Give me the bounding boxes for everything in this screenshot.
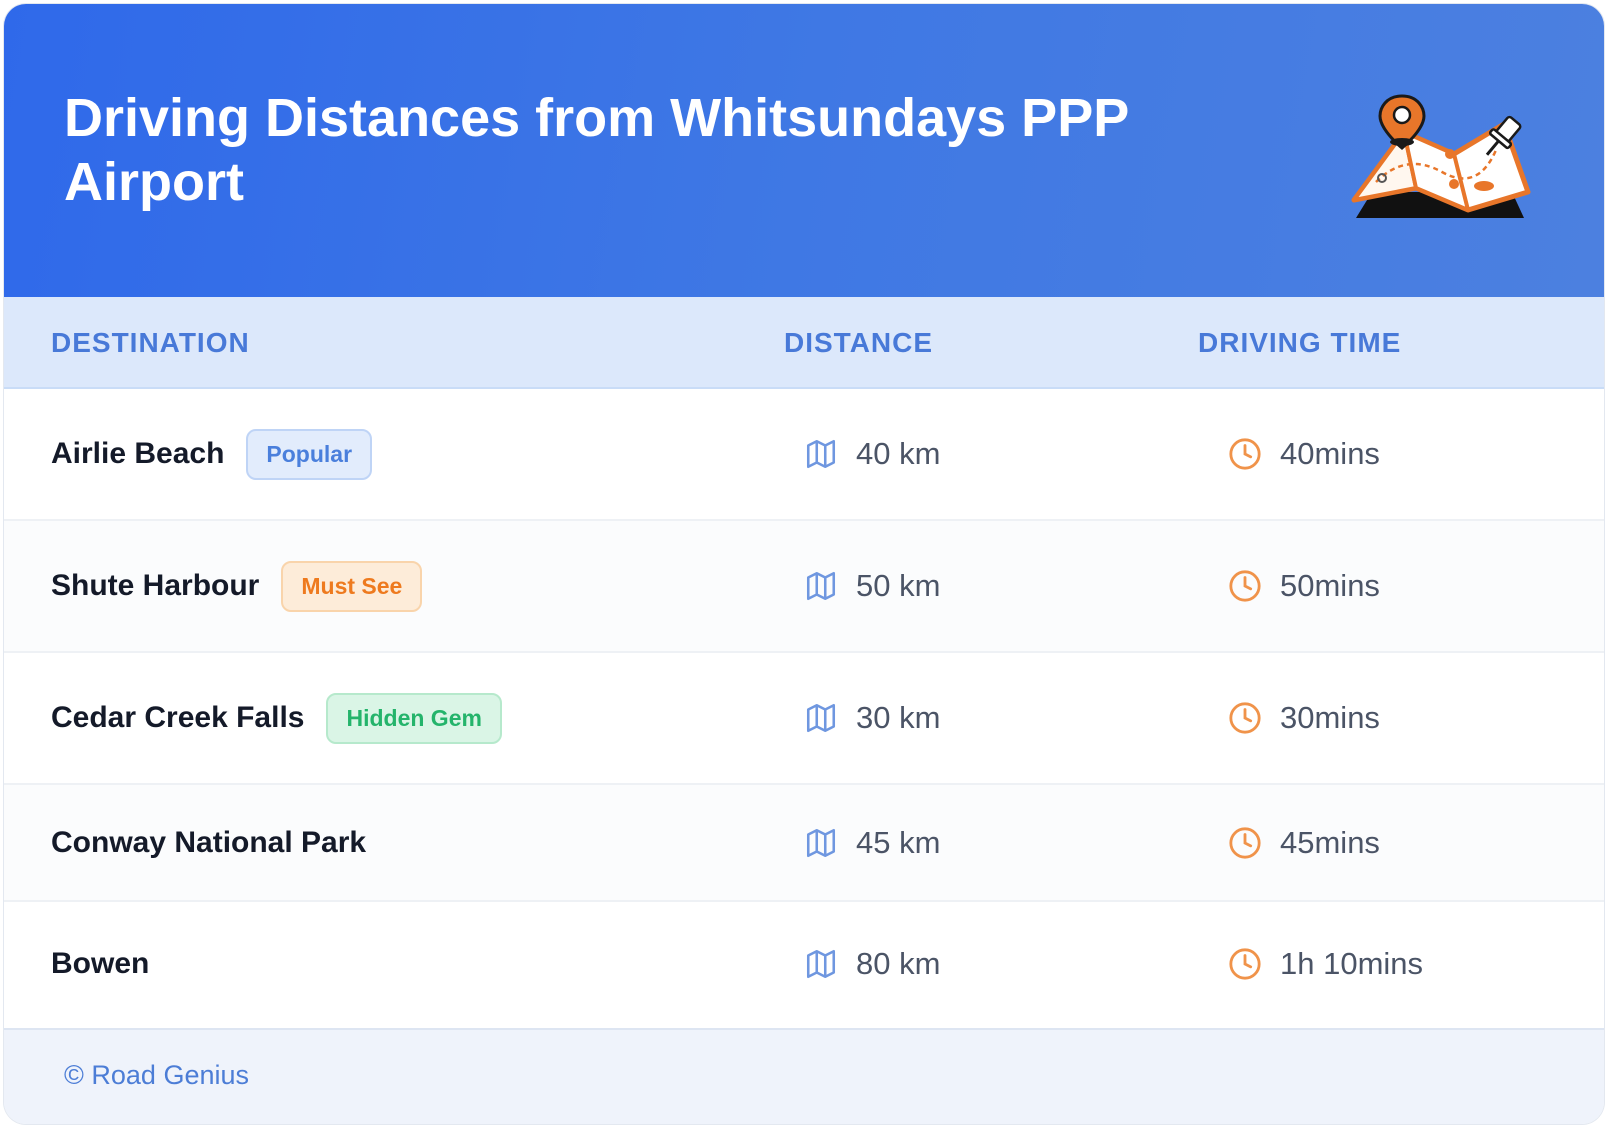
distance-value: 80 km [856,946,941,981]
driving-time-cell: 45mins [1228,785,1380,900]
destination-cell: Shute Harbour Must See [51,521,423,651]
distance-cell: 40 km [804,389,940,519]
copyright-text: © Road Genius [64,1060,249,1090]
map-icon [806,703,836,733]
distance-cell: 45 km [804,785,940,900]
column-header-driving-time: DRIVING TIME [1198,327,1402,358]
table-row: Conway National Park 45 km 45mins [4,785,1604,902]
table-row: Shute Harbour Must See 50 km 50mins [4,521,1604,653]
distance-cell: 50 km [804,521,940,651]
driving-time-value: 40mins [1280,436,1380,471]
page-title: Driving Distances from Whitsundays PPP A… [64,88,1129,212]
distance-card: Driving Distances from Whitsundays PPP A… [4,4,1604,1124]
distance-value: 40 km [856,436,941,471]
popular-badge: Popular [246,428,373,480]
footer: © Road Genius [4,1028,1604,1124]
table-row: Cedar Creek Falls Hidden Gem 30 km 30min… [4,653,1604,785]
destination-name: Bowen [51,947,150,980]
column-header-distance: DISTANCE [784,327,934,358]
destination-cell: Airlie Beach Popular [51,389,373,519]
clock-icon [1229,438,1261,470]
map-icon [806,949,836,979]
driving-time-value: 50mins [1280,568,1380,603]
map-icon [806,439,836,469]
distance-value: 45 km [856,824,941,860]
destination-name: Shute Harbour [51,569,260,602]
hidden-gem-badge: Hidden Gem [326,692,502,744]
driving-time-value: 1h 10mins [1280,946,1424,981]
driving-time-cell: 30mins [1228,653,1380,783]
table-header: DESTINATION DISTANCE DRIVING TIME [4,297,1604,389]
clock-icon [1229,570,1261,602]
destination-cell: Bowen [51,902,149,1026]
table-row: Bowen 80 km 1h 10mins [4,902,1604,1026]
header-banner: Driving Distances from Whitsundays PPP A… [4,4,1604,297]
distance-value: 50 km [856,568,941,603]
map-pin-illustration [1351,94,1531,218]
clock-icon [1229,826,1261,859]
distance-cell: 30 km [804,653,940,783]
driving-time-value: 30mins [1280,700,1380,735]
column-header-destination: DESTINATION [51,327,250,358]
clock-icon [1229,702,1261,734]
table-row: Airlie Beach Popular 40 km 40mins [4,389,1604,521]
driving-time-cell: 1h 10mins [1228,902,1423,1026]
destination-name: Airlie Beach [51,437,225,470]
destination-cell: Cedar Creek Falls Hidden Gem [51,653,502,783]
map-icon [806,571,836,601]
must-see-badge: Must See [281,560,423,612]
driving-time-cell: 50mins [1228,521,1380,651]
driving-time-value: 45mins [1280,824,1380,860]
distance-value: 30 km [856,700,941,735]
destination-cell: Conway National Park [51,785,366,900]
map-icon [806,828,836,857]
destination-name: Cedar Creek Falls [51,701,305,734]
clock-icon [1229,948,1261,980]
destination-name: Conway National Park [51,825,367,859]
distance-cell: 80 km [804,902,940,1026]
driving-time-cell: 40mins [1228,389,1380,519]
